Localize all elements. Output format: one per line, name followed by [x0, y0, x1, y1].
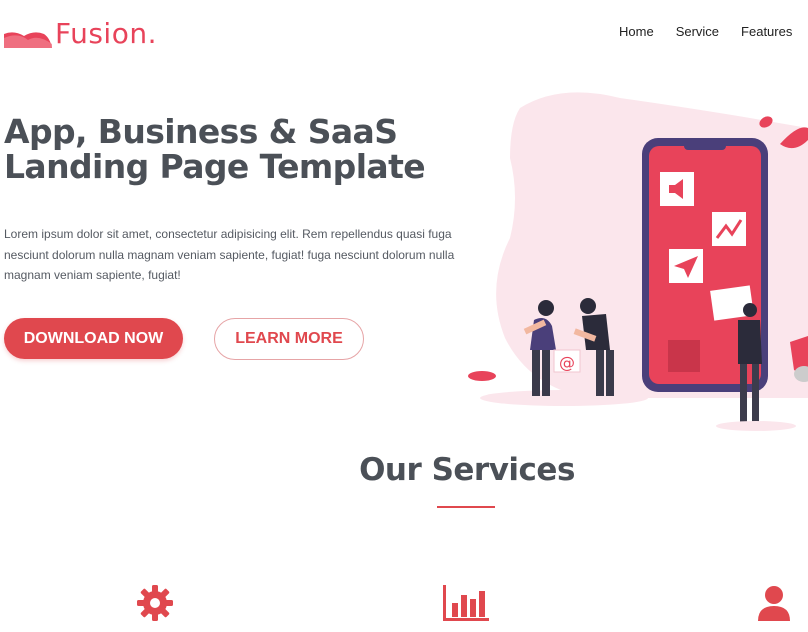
- gear-icon: [137, 585, 173, 621]
- hero-title-line-2: Landing Page Template: [4, 147, 426, 186]
- logo-text[interactable]: Fusion.: [55, 17, 157, 50]
- user-icon: [758, 586, 790, 621]
- services-underline: [437, 506, 495, 508]
- logo-mark-icon: [4, 32, 52, 48]
- nav-service[interactable]: Service: [676, 24, 719, 39]
- services-title: Our Services: [359, 452, 575, 488]
- hero-title-line-1: App, Business & SaaS: [4, 112, 398, 151]
- download-now-button[interactable]: DOWNLOAD NOW: [4, 318, 183, 359]
- nav-home[interactable]: Home: [619, 24, 654, 39]
- learn-more-button[interactable]: LEARN MORE: [214, 318, 364, 360]
- nav-features[interactable]: Features: [741, 24, 792, 39]
- svg-text:@: @: [559, 353, 575, 372]
- hero-title: App, Business & SaaS Landing Page Templa…: [4, 112, 426, 186]
- bar-chart-icon: [443, 585, 489, 621]
- main-nav: Home Service Features: [619, 24, 792, 39]
- hero-description: Lorem ipsum dolor sit amet, consectetur …: [4, 227, 455, 282]
- hero-illustration: @: [468, 92, 808, 431]
